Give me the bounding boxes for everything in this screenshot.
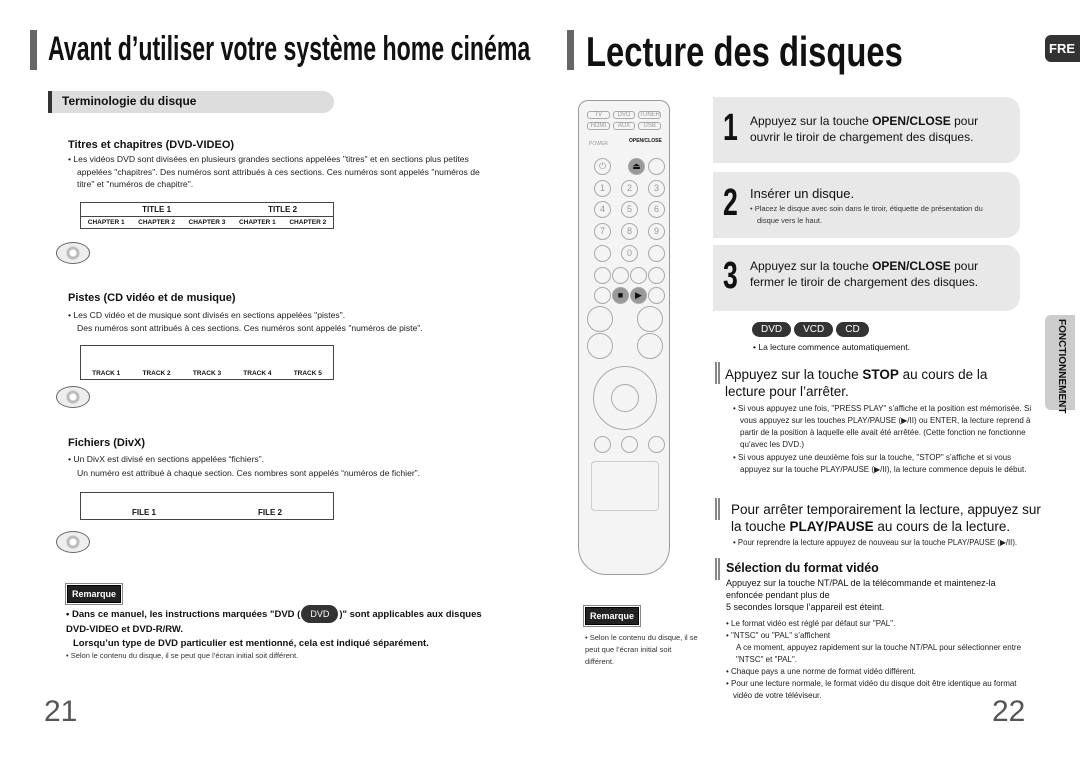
page-number: 21 — [44, 695, 78, 728]
cd-badge: CD — [836, 322, 869, 337]
remote-control-image: TV DVD TUNER HDMI AUX USB POWER OPEN/CLOSE ⏻… — [578, 100, 670, 575]
remote-power-label: POWER — [589, 141, 608, 147]
remarque-label: Remarque — [64, 583, 124, 605]
step-number: 3 — [723, 255, 738, 297]
chapter-label: CHAPTER 1 — [232, 216, 283, 229]
pistes-heading: Pistes (CD vidéo et de musique) — [68, 292, 236, 304]
stop-notes: • Si vous appuyez une fois, "PRESS PLAY"… — [733, 404, 1032, 474]
remote-dvd-button: DVD — [612, 111, 636, 119]
step-number: 1 — [723, 107, 738, 149]
remarque-note: • Dans ce manuel, les instructions marqu… — [66, 605, 496, 651]
auto-play-note: • La lecture commence automatiquement. — [753, 342, 911, 352]
section-marker — [715, 362, 720, 384]
section-heading: Terminologie du disque — [48, 91, 334, 113]
pause-note: • Pour reprendre la lecture appuyez de n… — [733, 538, 1018, 547]
chapter-label: CHAPTER 2 — [131, 216, 182, 229]
play-pause-icon: ▶ — [630, 287, 647, 304]
format-notes: • Le format vidéo est réglé par défaut s… — [726, 619, 1022, 700]
track-label: TRACK 1 — [81, 368, 132, 380]
step-text: Appuyez sur la touche OPEN/CLOSE pour ou… — [750, 114, 979, 144]
fichiers-text1: • Un DivX est divisé en sections appelée… — [68, 454, 264, 464]
track-diagram: TRACK 1 TRACK 2 TRACK 3 TRACK 4 TRACK 5 — [80, 345, 334, 380]
remote-usb-button: USB — [638, 122, 661, 130]
stop-icon: ■ — [612, 287, 629, 304]
chapter-label: CHAPTER 1 — [81, 216, 132, 229]
remote-openclose-label: OPEN/CLOSE — [629, 138, 662, 144]
title-diagram: TITLE 1 TITLE 2 CHAPTER 1 CHAPTER 2 CHAPTER… — [80, 202, 334, 229]
language-tab: FRE — [1045, 35, 1080, 62]
page-title-right: Lecture des disques — [586, 28, 903, 75]
page-title-left: Avant d’utiliser votre système home ciné… — [48, 30, 531, 68]
pause-heading: Pour arrêter temporairement la lecture, … — [731, 502, 1041, 534]
remote-tv-button: TV — [587, 111, 610, 119]
pistes-text1: • Les CD vidéo et de musique sont divisé… — [68, 310, 346, 320]
track-label: TRACK 3 — [181, 368, 233, 380]
track-label: TRACK 2 — [131, 368, 182, 380]
chapter-label: CHAPTER 3 — [181, 216, 233, 229]
page-number: 22 — [992, 695, 1026, 728]
title-label: TITLE 2 — [232, 203, 333, 217]
remote-tuner-button: TUNER — [638, 111, 661, 119]
title-bar — [567, 30, 574, 70]
format-intro: Appuyez sur la touche NT/PAL de la téléc… — [726, 578, 996, 612]
remote-hdmi-button: HDMI — [587, 122, 610, 130]
dvd-badge: DVD — [301, 605, 339, 623]
section-marker — [715, 558, 720, 580]
step-3: 3 Appuyez sur la touche OPEN/CLOSE pour … — [713, 245, 1020, 311]
step-text: Insérer un disque. — [750, 186, 855, 201]
disc-icon — [56, 242, 90, 264]
file-label: FILE 1 — [81, 506, 207, 520]
power-icon: ⏻ — [594, 158, 611, 175]
vcd-badge: VCD — [794, 322, 834, 337]
titres-text: • Les vidéos DVD sont divisées en plusie… — [68, 154, 480, 189]
fichiers-heading: Fichiers (DivX) — [68, 437, 146, 449]
remarque-note2: • Selon le contenu du disque, il se peut… — [66, 651, 299, 660]
track-label: TRACK 5 — [282, 368, 333, 380]
step-number: 2 — [723, 182, 738, 224]
step-text: Appuyez sur la touche OPEN/CLOSE pour fe… — [750, 259, 979, 289]
step-note: • Placez le disque avec soin dans le tir… — [750, 204, 983, 225]
chapter-label: CHAPTER 2 — [282, 216, 333, 229]
track-label: TRACK 4 — [232, 368, 283, 380]
format-heading: Sélection du format vidéo — [726, 561, 879, 575]
remarque-note: • Selon le contenu du disque, il se peut… — [585, 633, 698, 666]
titres-heading: Titres et chapitres (DVD-VIDEO) — [68, 139, 235, 151]
eject-icon: ⏏ — [628, 158, 645, 175]
title-bar — [30, 30, 37, 70]
remarque-label: Remarque — [582, 605, 642, 627]
disc-icon — [56, 531, 90, 553]
title-label: TITLE 1 — [81, 203, 233, 217]
fichiers-text2: Un numéro est attribué à chaque section.… — [77, 468, 420, 478]
pistes-text2: Des numéros sont attribués à ces section… — [77, 323, 423, 333]
disc-type-badges: DVD VCD CD — [752, 319, 872, 337]
step-2: 2 Insérer un disque. • Placez le disque … — [713, 172, 1020, 238]
file-diagram: FILE 1 FILE 2 — [80, 492, 334, 520]
side-tab: FONCTIONNEMENT — [1045, 315, 1075, 413]
remote-aux-button: AUX — [612, 122, 636, 130]
dvd-badge: DVD — [752, 322, 792, 337]
section-marker — [715, 498, 720, 520]
disc-icon — [56, 386, 90, 408]
stop-heading: Appuyez sur la touche STOP au cours de l… — [725, 367, 988, 399]
step-1: 1 Appuyez sur la touche OPEN/CLOSE pour … — [713, 97, 1020, 163]
file-label: FILE 2 — [207, 506, 333, 520]
